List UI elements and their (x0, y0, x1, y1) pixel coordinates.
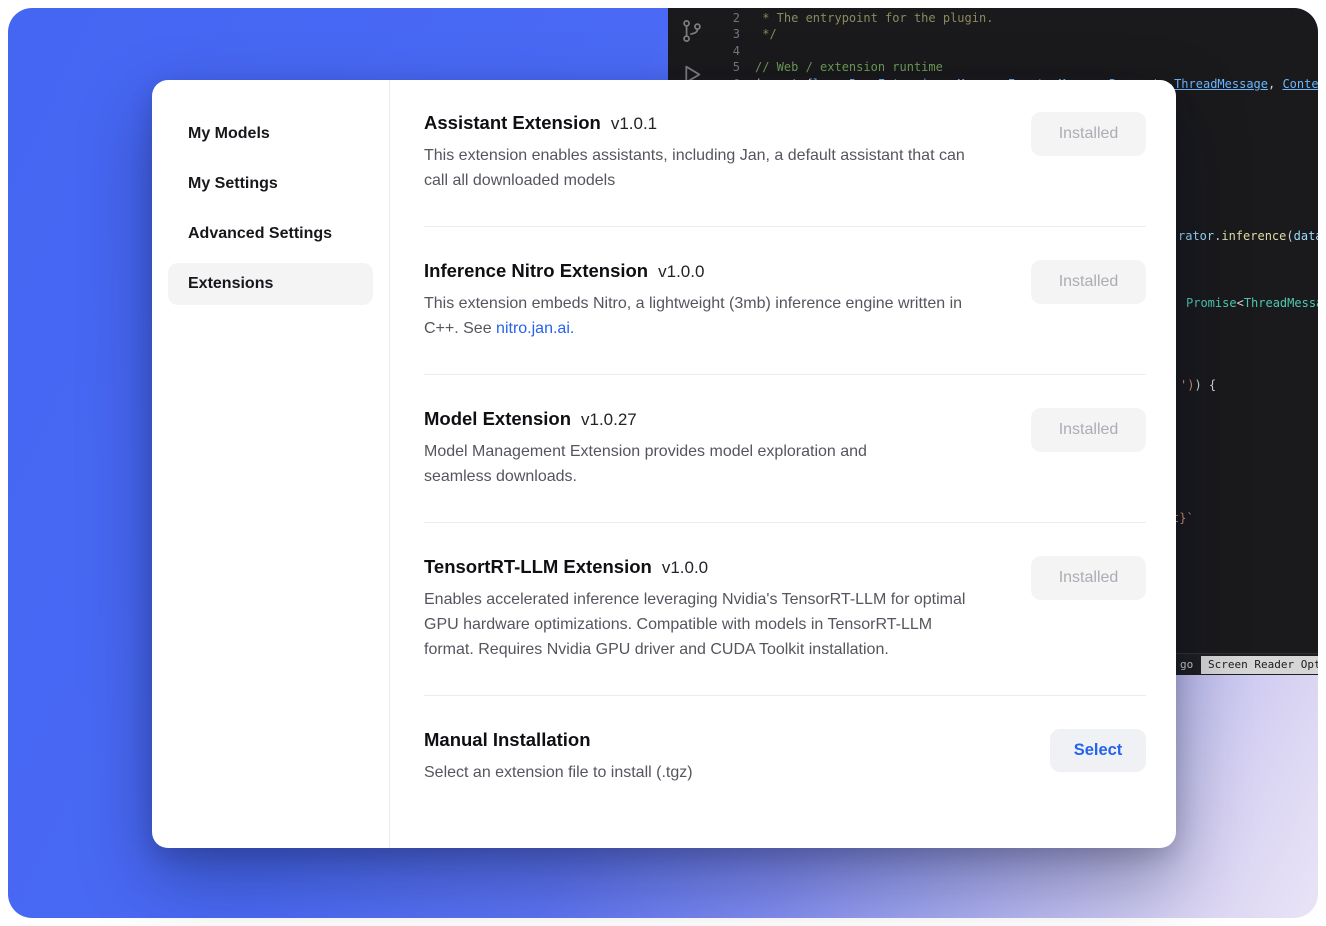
extension-version: v1.0.0 (662, 558, 708, 577)
extension-name: Assistant Extension (424, 112, 601, 133)
extension-description: This extension enables assistants, inclu… (424, 143, 974, 193)
sidebar-item-advanced-settings[interactable]: Advanced Settings (168, 213, 373, 255)
code-line: 4 (716, 43, 1318, 59)
status-bar-language-item[interactable]: go (1180, 658, 1193, 671)
settings-card: My Models My Settings Advanced Settings … (152, 80, 1176, 848)
extension-row-model: Model Extension v1.0.27 Model Management … (424, 375, 1146, 523)
extension-title: Inference Nitro Extension v1.0.0 (424, 260, 1001, 282)
code-line: 5 // Web / extension runtime (716, 59, 1318, 75)
nitro-jan-ai-link[interactable]: nitro.jan.ai. (496, 320, 574, 337)
line-number: 5 (716, 59, 740, 75)
code-fragment: rator.inference(data)); (1178, 229, 1318, 243)
line-number: 4 (716, 43, 740, 59)
extension-row-tensorrt-llm: TensortRT-LLM Extension v1.0.0 Enables ac… (424, 523, 1146, 696)
code-line: 2 * The entrypoint for the plugin. (716, 10, 1318, 26)
extension-name: Model Extension (424, 408, 571, 429)
extension-name: TensortRT-LLM Extension (424, 556, 652, 577)
installed-button[interactable]: Installed (1031, 556, 1146, 600)
extension-version: v1.0.0 (658, 262, 704, 281)
select-file-button[interactable]: Select (1050, 729, 1146, 772)
sidebar-item-my-settings[interactable]: My Settings (168, 163, 373, 205)
code-line: 3 */ (716, 26, 1318, 42)
manual-installation-title: Manual Installation (424, 729, 1020, 751)
extension-version: v1.0.1 (611, 114, 657, 133)
manual-installation-row: Manual Installation Select an extension … (424, 696, 1146, 818)
extension-description: Enables accelerated inference leveraging… (424, 587, 974, 662)
extension-description: Model Management Extension provides mode… (424, 439, 924, 489)
extension-title: Assistant Extension v1.0.1 (424, 112, 1001, 134)
screen-reader-optimized-badge[interactable]: Screen Reader Optimized (1201, 656, 1318, 674)
extension-title: Model Extension v1.0.27 (424, 408, 1001, 430)
code-fragment: ')) { (1180, 378, 1216, 392)
extension-row-inference-nitro: Inference Nitro Extension v1.0.0 This ext… (424, 227, 1146, 375)
extension-name: Inference Nitro Extension (424, 260, 648, 281)
installed-button[interactable]: Installed (1031, 408, 1146, 452)
manual-installation-description: Select an extension file to install (.tg… (424, 760, 974, 785)
line-number: 2 (716, 10, 740, 26)
source-control-icon[interactable] (679, 18, 705, 47)
extension-title: TensortRT-LLM Extension v1.0.0 (424, 556, 1001, 578)
sidebar-item-my-models[interactable]: My Models (168, 113, 373, 155)
sidebar-item-extensions[interactable]: Extensions (168, 263, 373, 305)
code-fragment: Promise<ThreadMessage> (1186, 296, 1318, 310)
installed-button[interactable]: Installed (1031, 112, 1146, 156)
extensions-panel: Assistant Extension v1.0.1 This extension… (390, 80, 1176, 848)
extension-description: This extension embeds Nitro, a lightweig… (424, 291, 974, 341)
settings-sidebar: My Models My Settings Advanced Settings … (152, 80, 390, 848)
installed-button[interactable]: Installed (1031, 260, 1146, 304)
extension-version: v1.0.27 (581, 410, 637, 429)
extension-row-assistant: Assistant Extension v1.0.1 This extension… (424, 112, 1146, 227)
line-number: 3 (716, 26, 740, 42)
